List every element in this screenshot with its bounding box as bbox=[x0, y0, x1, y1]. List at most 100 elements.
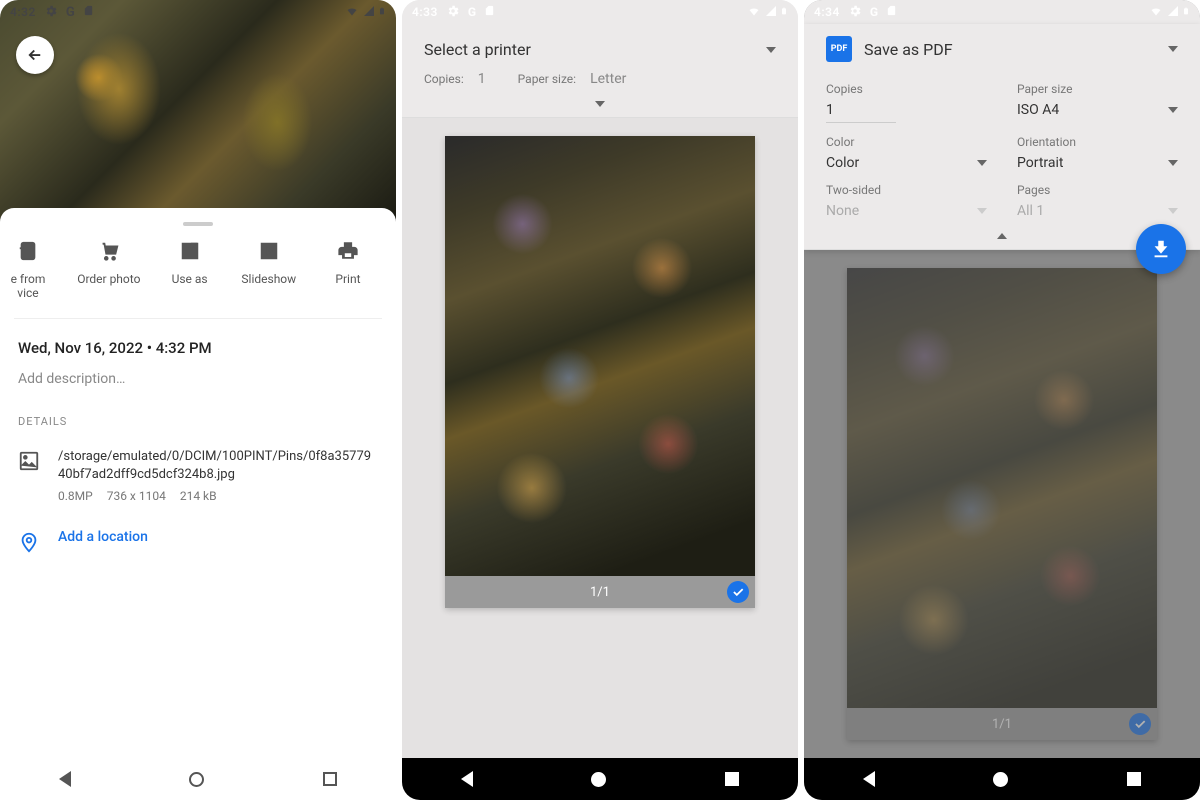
nav-bar bbox=[804, 758, 1200, 800]
nav-recent[interactable] bbox=[1127, 772, 1141, 786]
image-icon bbox=[18, 450, 40, 505]
color-option[interactable]: Color Color bbox=[826, 135, 987, 171]
drag-handle[interactable] bbox=[183, 222, 213, 226]
page-selected-check[interactable] bbox=[727, 581, 749, 603]
statusbar: 4:34 G bbox=[804, 0, 1200, 24]
copies-option[interactable]: Copies 1 bbox=[826, 82, 987, 123]
printer-select[interactable]: PDF Save as PDF bbox=[804, 24, 1200, 72]
printer-title: Save as PDF bbox=[864, 40, 1168, 59]
sd-icon bbox=[484, 4, 495, 20]
nav-back[interactable] bbox=[59, 771, 71, 787]
signal-icon bbox=[764, 5, 778, 20]
copies-value[interactable]: 1 bbox=[478, 71, 486, 87]
status-time: 4:32 bbox=[10, 5, 36, 19]
page-thumbnail[interactable]: 1/1 bbox=[445, 136, 755, 608]
nav-home[interactable] bbox=[189, 772, 204, 787]
printer-title: Select a printer bbox=[424, 40, 766, 59]
action-row: e from vice Order photo Use as Slideshow… bbox=[14, 234, 382, 319]
statusbar: 4:33 G bbox=[402, 0, 798, 24]
nav-back[interactable] bbox=[461, 771, 473, 787]
action-label: Order photo bbox=[77, 272, 140, 286]
action-label: e from vice bbox=[11, 272, 46, 300]
page-counter: 1/1 bbox=[590, 585, 610, 600]
file-path: /storage/emulated/0/DCIM/100PINT/Pins/0f… bbox=[58, 448, 378, 484]
gear-icon bbox=[446, 4, 460, 21]
print-preview: 1/1 bbox=[402, 118, 798, 758]
nav-bar bbox=[402, 758, 798, 800]
status-time: 4:33 bbox=[412, 5, 438, 19]
file-stats: 0.8MP736 x 1104214 kB bbox=[58, 488, 378, 505]
nav-home[interactable] bbox=[993, 772, 1008, 787]
nav-recent[interactable] bbox=[725, 772, 739, 786]
action-label: Use as bbox=[172, 272, 208, 286]
wifi-icon bbox=[746, 5, 762, 20]
copies-label: Copies: bbox=[424, 72, 464, 86]
nav-home[interactable] bbox=[591, 772, 606, 787]
copies-input[interactable]: 1 bbox=[826, 102, 896, 123]
photo-preview[interactable] bbox=[0, 0, 396, 222]
phone-print-select: 4:33 G Select a printer Copies: 1 Paper … bbox=[402, 0, 798, 800]
printer-select[interactable]: Select a printer bbox=[402, 24, 798, 69]
chevron-down-icon bbox=[977, 208, 987, 214]
action-label: Slideshow bbox=[241, 272, 296, 286]
location-row[interactable]: Add a location bbox=[18, 529, 378, 557]
description-input[interactable]: Add description… bbox=[18, 371, 378, 387]
sd-icon bbox=[83, 4, 94, 20]
dim-overlay bbox=[847, 268, 1157, 740]
chevron-down-icon bbox=[595, 101, 605, 107]
chevron-down-icon bbox=[1168, 46, 1178, 52]
pages-option: Pages All 1 bbox=[1017, 183, 1178, 219]
page-image bbox=[445, 136, 755, 576]
chevron-down-icon bbox=[766, 47, 776, 53]
twosided-option: Two-sided None bbox=[826, 183, 987, 219]
file-detail-row: /storage/emulated/0/DCIM/100PINT/Pins/0f… bbox=[18, 448, 378, 505]
details-header: DETAILS bbox=[18, 415, 378, 428]
statusbar: 4:32 G bbox=[0, 0, 396, 24]
nav-back[interactable] bbox=[863, 771, 875, 787]
wifi-icon bbox=[1148, 5, 1164, 20]
chevron-up-icon bbox=[997, 233, 1007, 239]
google-icon: G bbox=[66, 5, 75, 20]
google-icon: G bbox=[468, 5, 476, 19]
chevron-down-icon bbox=[1168, 160, 1178, 166]
battery-icon bbox=[780, 4, 788, 21]
pdf-icon: PDF bbox=[826, 36, 852, 62]
nav-bar bbox=[0, 758, 396, 800]
use-as-button[interactable]: Use as bbox=[160, 240, 220, 300]
print-options-panel: Select a printer Copies: 1 Paper size: L… bbox=[402, 24, 798, 118]
signal-icon bbox=[362, 5, 376, 20]
signal-icon bbox=[1166, 5, 1180, 20]
add-location-link[interactable]: Add a location bbox=[58, 529, 148, 557]
google-icon: G bbox=[870, 5, 878, 19]
page-footer: 1/1 bbox=[445, 576, 755, 608]
save-pdf-fab[interactable] bbox=[1136, 224, 1186, 274]
back-button[interactable] bbox=[16, 36, 54, 74]
expand-toggle[interactable] bbox=[402, 95, 798, 117]
location-icon bbox=[18, 531, 40, 557]
wifi-icon bbox=[344, 5, 360, 20]
print-options-panel: PDF Save as PDF Copies 1 Paper size ISO … bbox=[804, 24, 1200, 250]
gear-icon bbox=[44, 4, 58, 21]
chevron-down-icon bbox=[1168, 208, 1178, 214]
gear-icon bbox=[848, 4, 862, 21]
phone-photo-details: 4:32 G e from vice Order photo bbox=[0, 0, 396, 800]
sd-icon bbox=[886, 4, 897, 20]
status-time: 4:34 bbox=[814, 5, 840, 19]
photo-datetime: Wed, Nov 16, 2022 • 4:32 PM bbox=[18, 339, 378, 357]
paper-option[interactable]: Paper size ISO A4 bbox=[1017, 82, 1178, 123]
details-sheet: e from vice Order photo Use as Slideshow… bbox=[0, 208, 396, 758]
orientation-option[interactable]: Orientation Portrait bbox=[1017, 135, 1178, 171]
slideshow-button[interactable]: Slideshow bbox=[239, 240, 299, 300]
print-preview: 1/1 bbox=[804, 250, 1200, 758]
chevron-down-icon bbox=[1168, 107, 1178, 113]
delete-from-device-button[interactable]: e from vice bbox=[0, 240, 58, 300]
page-thumbnail[interactable]: 1/1 bbox=[847, 268, 1157, 740]
battery-icon bbox=[1182, 4, 1190, 21]
paper-label: Paper size: bbox=[518, 72, 576, 86]
chevron-down-icon bbox=[977, 160, 987, 166]
nav-recent[interactable] bbox=[323, 772, 337, 786]
order-photo-button[interactable]: Order photo bbox=[77, 240, 140, 300]
print-button[interactable]: Print bbox=[318, 240, 378, 300]
battery-icon bbox=[378, 4, 386, 21]
paper-value[interactable]: Letter bbox=[590, 71, 626, 87]
